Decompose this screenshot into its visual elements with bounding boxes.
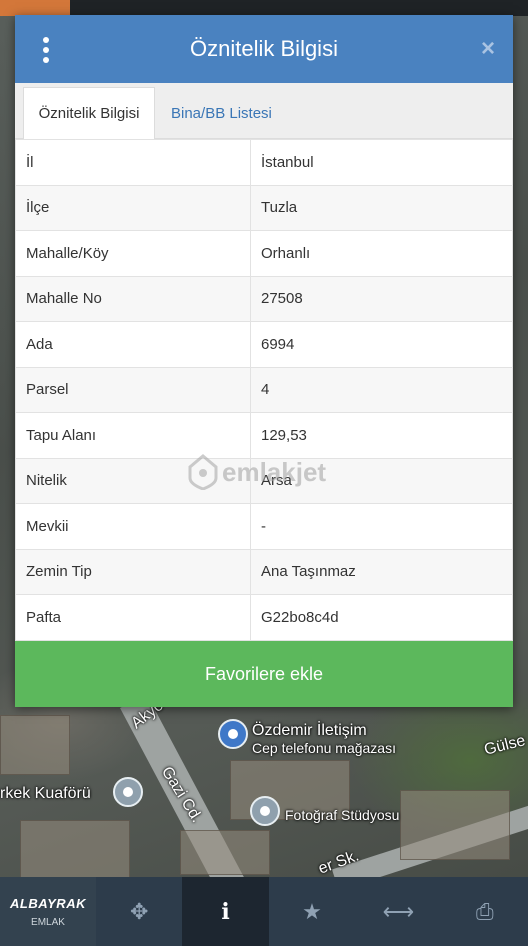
map-building — [20, 820, 130, 880]
map-label-ozdemir-sub: Cep telefonu mağazası — [252, 740, 396, 756]
dot-icon — [43, 47, 49, 53]
table-row: Nitelik Arsa — [15, 457, 513, 504]
attribute-key: Ada — [15, 321, 251, 368]
info-icon[interactable]: i — [182, 877, 269, 946]
map-label-gulsen: Gülse — [482, 732, 528, 759]
map-pin-kuafor[interactable] — [113, 777, 143, 807]
attribute-key: Mahalle No — [15, 275, 251, 322]
star-icon[interactable]: ★ — [269, 877, 355, 946]
dialog-title: Öznitelik Bilgisi — [190, 36, 338, 61]
table-row: İlçe Tuzla — [15, 184, 513, 231]
map-pin-ozdemir[interactable] — [218, 719, 248, 749]
attribute-value: 4 — [250, 366, 513, 413]
attribute-value: - — [250, 503, 513, 550]
map-building — [0, 715, 70, 775]
map-building — [180, 830, 270, 875]
attribute-value: Arsa — [250, 457, 513, 504]
top-strip — [0, 0, 528, 16]
brand-logo[interactable]: ALBAYRAK EMLAK — [0, 877, 96, 946]
attribute-key: İlçe — [15, 184, 251, 231]
dot-icon — [43, 37, 49, 43]
attribute-value: Tuzla — [250, 184, 513, 231]
dialog-header: Öznitelik Bilgisi × — [15, 15, 513, 83]
attribute-value: 27508 — [250, 275, 513, 322]
table-row: Zemin Tip Ana Taşınmaz — [15, 548, 513, 595]
menu-button[interactable] — [41, 37, 51, 63]
attribute-key: İl — [15, 139, 251, 186]
map-building — [400, 790, 510, 860]
attribute-value: Ana Taşınmaz — [250, 548, 513, 595]
attribute-value: İstanbul — [250, 139, 513, 186]
printer-icon[interactable]: ⎙ — [442, 877, 528, 946]
attribute-value: G22bo8c4d — [250, 594, 513, 641]
tab-attribute-info[interactable]: Öznitelik Bilgisi — [23, 87, 155, 139]
attribute-key: Parsel — [15, 366, 251, 413]
map-label-fotograf: Fotoğraf Stüdyosu — [285, 807, 400, 823]
place-icon — [123, 787, 133, 797]
logo-brand: ALBAYRAK — [10, 895, 86, 911]
table-row: Parsel 4 — [15, 366, 513, 413]
attribute-value: Orhanlı — [250, 230, 513, 277]
table-row: Mahalle/Köy Orhanlı — [15, 230, 513, 277]
map-label-kuafor: rkek Kuaförü — [0, 785, 91, 802]
camera-icon — [260, 806, 270, 816]
dot-icon — [43, 57, 49, 63]
orange-tab — [0, 0, 70, 16]
attribute-key: Nitelik — [15, 457, 251, 504]
attribute-key: Pafta — [15, 594, 251, 641]
table-row: Tapu Alanı 129,53 — [15, 412, 513, 459]
tab-bar: Öznitelik Bilgisi Bina/BB Listesi — [15, 83, 513, 139]
attribute-dialog: Öznitelik Bilgisi × Öznitelik Bilgisi Bi… — [15, 15, 513, 707]
map-pin-fotograf[interactable] — [250, 796, 280, 826]
bottom-toolbar: ALBAYRAK EMLAK ✥ i ★ ⟷ ⎙ — [0, 877, 528, 946]
attribute-key: Mevkii — [15, 503, 251, 550]
move-arrows-icon[interactable]: ✥ — [96, 877, 182, 946]
attribute-value: 6994 — [250, 321, 513, 368]
table-row: İl İstanbul — [15, 139, 513, 186]
table-row: Mevkii - — [15, 503, 513, 550]
table-row: Pafta G22bo8c4d — [15, 594, 513, 641]
map-label-ozdemir: Özdemir İletişim — [252, 722, 367, 739]
attribute-key: Tapu Alanı — [15, 412, 251, 459]
lock-icon — [228, 729, 238, 739]
close-icon[interactable]: × — [481, 35, 495, 63]
attribute-value: 129,53 — [250, 412, 513, 459]
table-row: Ada 6994 — [15, 321, 513, 368]
table-row: Mahalle No 27508 — [15, 275, 513, 322]
add-favorite-button[interactable]: Favorilere ekle — [15, 641, 513, 707]
tab-building-list[interactable]: Bina/BB Listesi — [161, 87, 282, 139]
attribute-table: İl İstanbul İlçe Tuzla Mahalle/Köy Orhanlı … — [15, 139, 513, 641]
attribute-key: Zemin Tip — [15, 548, 251, 595]
logo-sub: EMLAK — [31, 916, 65, 928]
attribute-key: Mahalle/Köy — [15, 230, 251, 277]
measure-icon[interactable]: ⟷ — [355, 877, 441, 946]
